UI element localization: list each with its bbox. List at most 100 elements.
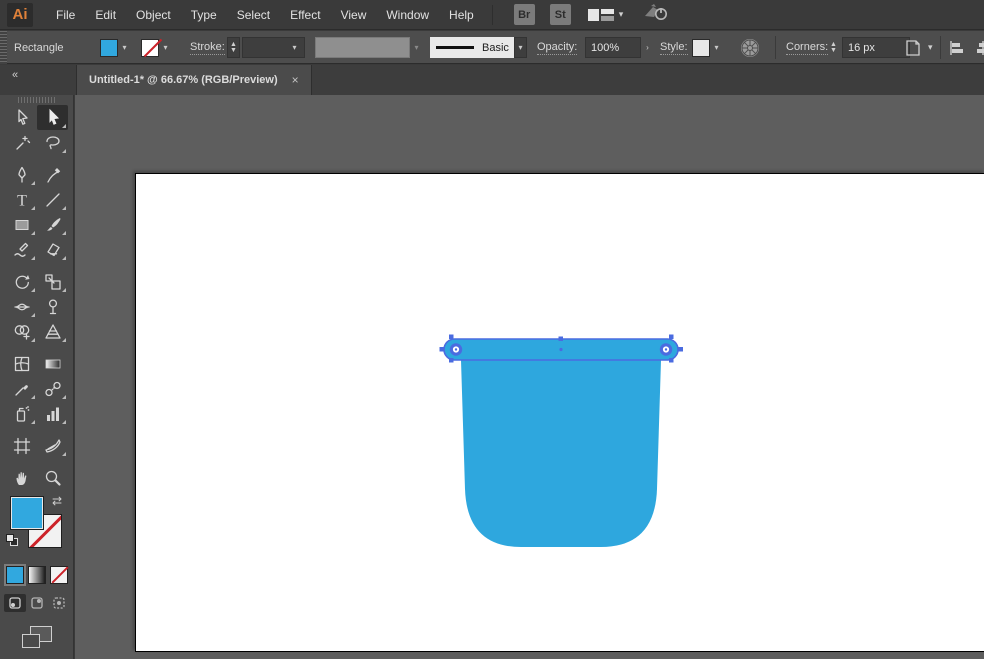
corners-stepper[interactable]: ▲▼	[827, 37, 840, 58]
tool-group-gap	[6, 155, 68, 162]
screen-mode-icon[interactable]	[22, 626, 52, 650]
stroke-weight-stepper[interactable]: ▲▼	[227, 37, 240, 58]
tool-zoom-icon[interactable]	[37, 465, 68, 490]
menu-type[interactable]: Type	[181, 0, 227, 30]
none-button[interactable]	[50, 566, 68, 584]
control-bar: Rectangle ▾ ▾ Stroke: ▲▼ ▾ ▾ Basic ▾ Opa…	[0, 31, 984, 64]
tool-lasso-icon[interactable]	[37, 130, 68, 155]
menu-view[interactable]: View	[331, 0, 377, 30]
menu-file[interactable]: File	[46, 0, 85, 30]
tool-puppet-warp-icon[interactable]	[37, 294, 68, 319]
menu-edit[interactable]: Edit	[85, 0, 126, 30]
controlbar-grip[interactable]	[0, 31, 7, 64]
tool-group-gap	[6, 458, 68, 465]
draw-behind-button[interactable]	[26, 594, 48, 612]
swap-fill-stroke-icon[interactable]: ⇄	[52, 494, 62, 508]
controlbar-separator	[775, 36, 776, 59]
recolor-artwork-icon[interactable]	[739, 31, 761, 64]
tool-eyedropper-icon[interactable]	[6, 376, 37, 401]
shape-properties-icon[interactable]: ▾	[903, 31, 933, 64]
close-tab-icon[interactable]: ×	[292, 73, 299, 87]
graphic-style-swatch[interactable]	[692, 39, 710, 57]
tool-curvature-icon[interactable]	[37, 162, 68, 187]
corner-widget-left[interactable]	[450, 343, 462, 355]
menu-select[interactable]: Select	[227, 0, 280, 30]
workspace-switcher-icon[interactable]: ▾	[588, 7, 624, 23]
chevron-down-icon: ▾	[928, 42, 933, 53]
tool-hand-icon[interactable]	[6, 465, 37, 490]
tool-group-gap	[6, 262, 68, 269]
tool-shaper-icon[interactable]	[6, 237, 37, 262]
drawing-modes-row	[4, 594, 73, 612]
tool-grid: T	[6, 105, 68, 490]
canvas-pasteboard[interactable]	[75, 95, 984, 659]
tool-mesh-icon[interactable]	[6, 351, 37, 376]
menubar-separator	[492, 5, 493, 25]
default-fill-stroke-icon[interactable]	[6, 534, 19, 547]
tool-slice-icon[interactable]	[37, 433, 68, 458]
chevron-down-icon[interactable]: ▾	[710, 39, 723, 57]
fill-stroke-cluster: ⇄	[0, 496, 74, 556]
tool-artboard-icon[interactable]	[6, 433, 37, 458]
chevron-down-icon: ▾	[619, 9, 624, 20]
corners-label[interactable]: Corners:	[786, 41, 828, 55]
document-tab-title: Untitled-1* @ 66.67% (RGB/Preview)	[89, 74, 278, 86]
gradient-button[interactable]	[28, 566, 46, 584]
bridge-button[interactable]: Br	[514, 4, 535, 25]
svg-text:T: T	[17, 192, 27, 209]
stroke-weight-dropdown[interactable]: ▾	[242, 37, 305, 58]
tool-shape-builder-icon[interactable]	[6, 319, 37, 344]
fill-color-swatch[interactable]	[100, 39, 118, 57]
menu-window[interactable]: Window	[376, 0, 439, 30]
stroke-color-swatch[interactable]	[141, 39, 159, 57]
tool-eraser-icon[interactable]	[37, 237, 68, 262]
toolbar-grip[interactable]	[18, 97, 55, 103]
fill-swatch[interactable]	[10, 496, 44, 530]
tool-perspective-grid-icon[interactable]	[37, 319, 68, 344]
menu-items: File Edit Object Type Select Effect View…	[46, 0, 484, 30]
stock-button[interactable]: St	[550, 4, 571, 25]
menu-effect[interactable]: Effect	[280, 0, 330, 30]
tool-rotate-icon[interactable]	[6, 269, 37, 294]
tool-width-icon[interactable]	[6, 294, 37, 319]
tool-gradient-icon[interactable]	[37, 351, 68, 376]
chevron-down-icon[interactable]: ▾	[514, 37, 527, 58]
tool-selection-icon[interactable]	[6, 105, 37, 130]
chevron-down-icon: ▾	[410, 39, 423, 57]
tool-paintbrush-icon[interactable]	[37, 212, 68, 237]
tool-symbol-sprayer-icon[interactable]	[6, 401, 37, 426]
tools-panel: T ⇄	[0, 95, 74, 659]
collapse-panels-icon[interactable]: «	[12, 69, 17, 81]
align-left-icon[interactable]	[948, 31, 966, 64]
tool-rectangle-icon[interactable]	[6, 212, 37, 237]
menu-bar: Ai File Edit Object Type Select Effect V…	[0, 0, 984, 30]
graphic-style-label[interactable]: Style:	[660, 41, 688, 55]
tool-magic-wand-icon[interactable]	[6, 130, 37, 155]
chevron-down-icon[interactable]: ▾	[118, 39, 131, 57]
stroke-weight-label[interactable]: Stroke:	[190, 41, 225, 55]
tool-pen-icon[interactable]	[6, 162, 37, 187]
tool-column-graph-icon[interactable]	[37, 401, 68, 426]
corners-field[interactable]: 16 px	[842, 37, 910, 58]
align-center-icon[interactable]	[974, 31, 984, 64]
draw-normal-button[interactable]	[4, 594, 26, 612]
menu-help[interactable]: Help	[439, 0, 484, 30]
corner-widget-right[interactable]	[660, 343, 672, 355]
brush-definition-box[interactable]: Basic	[430, 37, 514, 58]
document-tab[interactable]: Untitled-1* @ 66.67% (RGB/Preview) ×	[76, 65, 312, 95]
tool-blend-icon[interactable]	[37, 376, 68, 401]
draw-inside-button[interactable]	[48, 594, 70, 612]
menu-object[interactable]: Object	[126, 0, 181, 30]
tool-line-segment-icon[interactable]	[37, 187, 68, 212]
tool-direct-selection-icon[interactable]	[37, 105, 68, 130]
color-button[interactable]	[6, 566, 24, 584]
artwork-layer	[75, 95, 984, 659]
tool-scale-icon[interactable]	[37, 269, 68, 294]
chevron-right-icon[interactable]: ›	[641, 39, 654, 57]
tool-type-icon[interactable]: T	[6, 187, 37, 212]
bucket-body-shape[interactable]	[461, 360, 661, 547]
opacity-label[interactable]: Opacity:	[537, 41, 577, 55]
brush-definition-value: Basic	[482, 42, 509, 54]
opacity-field[interactable]: 100%	[585, 37, 641, 58]
share-power-icon[interactable]	[643, 2, 669, 27]
